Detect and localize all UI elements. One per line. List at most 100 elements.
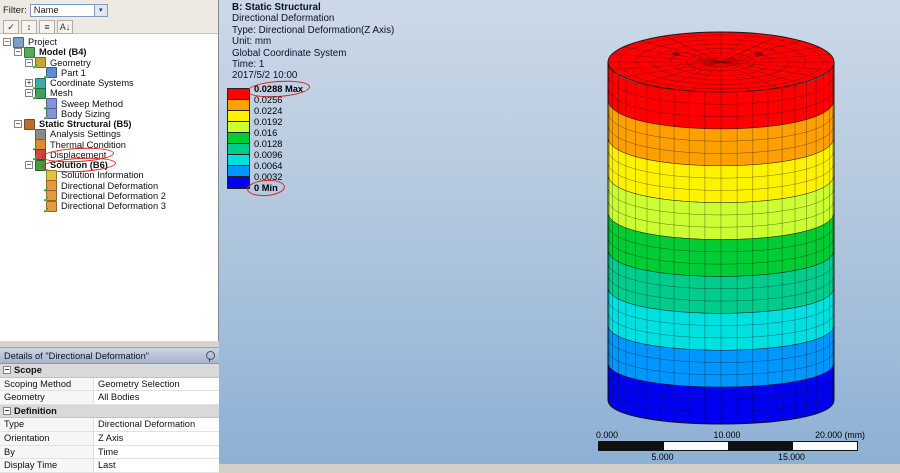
ansys-mechanical-window: Filter: Name ▾ ✓ ↕ ≡ A↓ − Project − Model (B4)… <box>0 0 900 473</box>
tree-item-directional-deformation-2[interactable]: ✓ Directional Deformation 2 <box>0 190 218 204</box>
tree-item-label: Thermal Condition <box>50 139 126 150</box>
project-icon <box>13 36 24 48</box>
tree-item-label: Mesh <box>50 88 73 99</box>
static-structural-icon <box>24 118 35 130</box>
model-icon <box>24 46 35 58</box>
legend-color-cell <box>228 166 249 177</box>
section-collapse-icon[interactable]: − <box>3 366 11 375</box>
collapse-icon[interactable]: − <box>14 120 22 129</box>
ruler-segment <box>728 442 793 450</box>
collapse-icon[interactable]: − <box>14 48 22 57</box>
legend-color-cell <box>228 89 249 100</box>
tree-item-model-b4[interactable]: − Model (B4) <box>0 46 218 58</box>
collapse-icon[interactable]: − <box>3 38 11 47</box>
legend-color-cell <box>228 177 249 188</box>
tree-item-body-sizing[interactable]: ✓ Body Sizing <box>0 108 218 122</box>
ruler-segment <box>792 442 857 450</box>
details-row-by: By Time <box>0 445 219 460</box>
result-header-text: B: Static Structural Directional Deformat… <box>232 2 394 82</box>
tree-item-static-structural-b5[interactable]: − Static Structural (B5) <box>0 118 218 130</box>
tree-item-project[interactable]: − Project <box>0 36 218 48</box>
coordinate-systems-icon: ✓ <box>32 77 46 92</box>
tree-item-directional-deformation-3[interactable]: ✓ Directional Deformation 3 <box>0 200 218 215</box>
graphics-viewport[interactable]: B: Static Structural Directional Deformat… <box>219 0 900 464</box>
tree-item-solution-information[interactable]: Solution Information <box>0 169 218 181</box>
legend-value: 0.016 <box>254 128 278 138</box>
tree-item-label: Body Sizing <box>61 108 111 119</box>
tree-item-label: Displacement <box>50 149 107 160</box>
legend-color-cell <box>228 100 249 111</box>
tree-item-label: Static Structural (B5) <box>39 119 132 130</box>
ruler-label: 0.000 <box>596 430 619 440</box>
mesh-singularity-node <box>755 52 763 56</box>
legend-value: 0.0192 <box>254 117 283 127</box>
list-view-icon[interactable]: ≡ <box>39 20 55 34</box>
result-icon: ✓ <box>43 190 57 204</box>
check-icon: ✓ <box>32 62 39 72</box>
tree-item-label: Project <box>28 37 57 48</box>
ruler-label: 15.000 <box>778 452 805 462</box>
tree-item-coordinate-systems[interactable]: +✓Coordinate Systems <box>0 77 218 92</box>
legend-value: 0.0288 Max <box>254 84 304 94</box>
tree-item-label: Analysis Settings <box>50 129 121 140</box>
details-value[interactable]: Directional Deformation <box>94 418 219 431</box>
geometry-icon: ✓ <box>32 57 46 72</box>
legend-color-cell <box>228 111 249 122</box>
details-section-scope: − Scope <box>0 364 219 378</box>
tree-item-geometry[interactable]: − ✓ Geometry <box>0 57 218 72</box>
details-value[interactable]: Time <box>94 445 219 459</box>
details-panel: Details of "Directional Deformation" − Sc… <box>0 347 219 473</box>
tree-item-label: Geometry <box>50 57 91 68</box>
result-header-line: Directional Deformation <box>232 13 335 25</box>
filter-label: Filter: <box>3 4 27 16</box>
details-key: Geometry <box>0 391 94 404</box>
details-value[interactable]: All Bodies <box>94 391 219 404</box>
filter-combobox-value: Name <box>33 5 59 15</box>
legend-value: 0.0224 <box>254 106 283 116</box>
details-value[interactable]: Z Axis <box>94 431 219 445</box>
section-collapse-icon[interactable]: − <box>3 407 11 416</box>
details-row-display-time: Display Time Last <box>0 459 219 473</box>
section-label: Scope <box>14 365 42 376</box>
details-value[interactable]: Last <box>94 459 219 472</box>
result-header-line: Unit: mm <box>232 36 272 48</box>
expand-collapse-icon[interactable]: ↕ <box>21 20 37 34</box>
result-header-line: 2017/5/2 10:00 <box>232 70 298 82</box>
result-header-line: B: Static Structural <box>232 2 321 13</box>
scale-ruler <box>598 441 858 451</box>
outline-panel: Filter: Name ▾ ✓ ↕ ≡ A↓ − Project − Model (B4)… <box>0 0 219 473</box>
details-section-definition: − Definition <box>0 404 219 419</box>
sort-az-icon[interactable]: A↓ <box>57 20 73 34</box>
body-sizing-icon: ✓ <box>43 108 57 122</box>
tree-item-label: Solution Information <box>61 170 144 181</box>
ruler-segment <box>663 442 728 450</box>
legend-value: 0.0064 <box>254 161 283 171</box>
tree-item-label: Part 1 <box>61 67 86 78</box>
details-value[interactable]: Geometry Selection <box>94 377 219 391</box>
details-row-geometry: Geometry All Bodies <box>0 391 219 405</box>
pin-icon[interactable] <box>206 351 215 362</box>
filter-name-combobox[interactable]: Name ▾ <box>29 3 108 17</box>
legend-value: 0.0096 <box>254 150 283 160</box>
details-title: Details of "Directional Deformation" <box>4 350 150 361</box>
outline-tree: −Project−Model (B4)−✓Geometry✓Part 1+✓Co… <box>0 35 218 343</box>
details-row-type: Type Directional Deformation <box>0 418 219 432</box>
tree-item-label: Sweep Method <box>61 98 124 109</box>
details-row-scoping-method: Scoping Method Geometry Selection <box>0 377 219 392</box>
legend-color-cell <box>228 144 249 155</box>
legend-color-bar <box>227 88 250 189</box>
result-header-line: Global Coordinate System <box>232 47 347 59</box>
ruler-segment <box>599 442 664 450</box>
tree-item-label: Directional Deformation <box>61 180 159 191</box>
tree-item-analysis-settings[interactable]: Analysis Settings <box>0 128 218 140</box>
outline-toolbar: Filter: Name ▾ ✓ ↕ ≡ A↓ <box>0 0 218 34</box>
chevron-down-icon[interactable]: ▾ <box>93 4 107 16</box>
tree-item-thermal-condition[interactable]: ✓Thermal Condition <box>0 139 218 153</box>
tree-item-directional-deformation[interactable]: ✓Directional Deformation <box>0 180 218 194</box>
top-face-mesh <box>608 32 834 92</box>
filter-check-icon[interactable]: ✓ <box>3 20 19 34</box>
tree-item-label: Coordinate Systems <box>50 78 134 89</box>
section-label: Definition <box>14 406 57 417</box>
contour-legend: 0.0288 Max 0.0256 0.0224 0.0192 0.016 0.0128 0… <box>227 84 303 193</box>
result-header-line: Time: 1 <box>232 59 265 71</box>
